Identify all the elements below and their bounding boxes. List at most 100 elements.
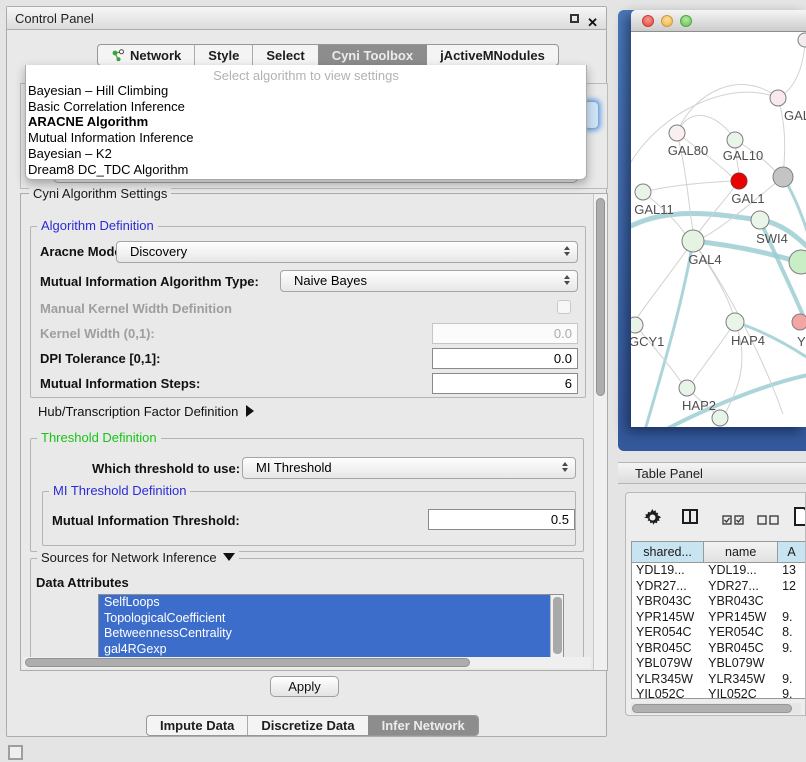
dropdown-item[interactable]: Basic Correlation Inference bbox=[26, 99, 586, 115]
close-traffic-light-icon[interactable] bbox=[642, 15, 654, 27]
table-cell: YDR27... bbox=[704, 579, 778, 595]
network-node[interactable] bbox=[682, 230, 704, 252]
aracne-mode-combo[interactable]: Discovery bbox=[116, 241, 578, 263]
docked-panel-icon[interactable] bbox=[8, 745, 23, 760]
tab-jactivemnodules[interactable]: jActiveMNodules bbox=[426, 45, 558, 65]
node-label: GAL1 bbox=[731, 191, 764, 206]
mi-threshold-field[interactable]: 0.5 bbox=[428, 509, 575, 530]
which-threshold-combo[interactable]: MI Threshold bbox=[242, 457, 576, 479]
attr-list-scrollbar[interactable] bbox=[550, 595, 563, 657]
dpi-tolerance-field[interactable]: 0.0 bbox=[432, 348, 578, 369]
network-window-titlebar[interactable] bbox=[631, 10, 806, 32]
new-file-icon[interactable] bbox=[794, 507, 806, 531]
network-node[interactable] bbox=[631, 317, 643, 333]
network-window[interactable]: GAL7GAL80GAL10GAL1GAL11SWI4GAL4GCY1HAP4Y… bbox=[631, 10, 806, 427]
network-node[interactable] bbox=[731, 173, 747, 189]
algorithm-definition-title: Algorithm Definition bbox=[37, 218, 158, 233]
scrollbar-thumb[interactable] bbox=[25, 658, 470, 667]
network-node[interactable] bbox=[798, 33, 806, 47]
node-table[interactable]: shared...nameA YDL19...YDL19...13YDR27..… bbox=[631, 541, 806, 699]
dropdown-item[interactable]: Bayesian – Hill Climbing bbox=[26, 83, 586, 99]
table-cell: 8. bbox=[778, 625, 806, 641]
hide-columns-icon[interactable] bbox=[757, 512, 779, 530]
column-header[interactable]: shared... bbox=[632, 542, 704, 562]
data-attribute-item[interactable]: gal4RGexp bbox=[99, 642, 563, 658]
table-row[interactable]: YLR345WYLR345W9. bbox=[632, 672, 806, 688]
mi-steps-field[interactable]: 6 bbox=[432, 373, 578, 394]
table-cell: 13 bbox=[778, 563, 806, 579]
network-node[interactable] bbox=[751, 211, 769, 229]
algorithm-dropdown: Select algorithm to view settings Bayesi… bbox=[25, 65, 587, 180]
data-attributes-list[interactable]: SelfLoopsTopologicalCoefficientBetweenne… bbox=[98, 594, 564, 658]
split-columns-icon[interactable] bbox=[682, 509, 698, 529]
mi-type-combo[interactable]: Naive Bayes bbox=[280, 270, 578, 292]
table-row[interactable]: YBR043CYBR043C bbox=[632, 594, 806, 610]
table-cell bbox=[778, 656, 806, 672]
apply-button[interactable]: Apply bbox=[270, 676, 339, 697]
show-columns-icon[interactable] bbox=[722, 512, 744, 530]
column-header[interactable]: A bbox=[778, 542, 806, 562]
data-attribute-item[interactable]: BetweennessCentrality bbox=[99, 626, 563, 642]
network-node[interactable] bbox=[726, 313, 744, 331]
float-window-icon[interactable] bbox=[570, 14, 579, 23]
close-icon[interactable]: ✕ bbox=[587, 11, 598, 34]
table-cell: YDR27... bbox=[632, 579, 704, 595]
hub-definition-toggle[interactable]: Hub/Transcription Factor Definition bbox=[38, 404, 254, 419]
node-label: HAP4 bbox=[731, 333, 765, 348]
network-canvas[interactable]: GAL7GAL80GAL10GAL1GAL11SWI4GAL4GCY1HAP4Y… bbox=[631, 32, 806, 427]
kernel-width-field[interactable]: 0.0 bbox=[432, 323, 578, 344]
data-attribute-item[interactable]: SelfLoops bbox=[99, 595, 563, 611]
table-cell: YLR345W bbox=[704, 672, 778, 688]
table-horizontal-scrollbar[interactable] bbox=[631, 703, 801, 714]
table-row[interactable]: YDR27...YDR27...12 bbox=[632, 579, 806, 595]
network-node[interactable] bbox=[789, 250, 806, 274]
table-row[interactable]: YBL079WYBL079W bbox=[632, 656, 806, 672]
table-row[interactable]: YIL052CYIL052C9. bbox=[632, 687, 806, 699]
zoom-traffic-light-icon[interactable] bbox=[680, 15, 692, 27]
tab-discretize-data[interactable]: Discretize Data bbox=[247, 716, 367, 735]
minimize-traffic-light-icon[interactable] bbox=[661, 15, 673, 27]
tab-cyni-toolbox[interactable]: Cyni Toolbox bbox=[318, 45, 426, 65]
network-node[interactable] bbox=[669, 125, 685, 141]
table-body: YDL19...YDL19...13YDR27...YDR27...12YBR0… bbox=[632, 563, 806, 699]
table-cell: YER054C bbox=[632, 625, 704, 641]
table-cell: YDL19... bbox=[632, 563, 704, 579]
settings-vertical-scrollbar[interactable] bbox=[593, 194, 607, 670]
sources-group-title[interactable]: Sources for Network Inference bbox=[37, 550, 239, 565]
control-panel: Control Panel ✕ Network Style Select Cyn… bbox=[6, 6, 607, 737]
network-node[interactable] bbox=[773, 167, 793, 187]
data-attribute-item[interactable]: TopologicalCoefficient bbox=[99, 611, 563, 627]
network-node[interactable] bbox=[792, 314, 806, 330]
dropdown-item[interactable]: Mutual Information Inference bbox=[26, 130, 586, 146]
manual-kernel-checkbox[interactable] bbox=[557, 300, 571, 314]
settings-horizontal-scrollbar[interactable] bbox=[23, 657, 591, 668]
table-row[interactable]: YER054CYER054C8. bbox=[632, 625, 806, 641]
table-cell: 9. bbox=[778, 641, 806, 657]
tab-infer-network[interactable]: Infer Network bbox=[368, 716, 478, 735]
dropdown-item[interactable]: Dream8 DC_TDC Algorithm bbox=[26, 162, 586, 178]
scrollbar-thumb[interactable] bbox=[596, 198, 605, 396]
expanded-arrow-icon bbox=[223, 553, 235, 561]
tab-impute-data[interactable]: Impute Data bbox=[147, 716, 247, 735]
network-node[interactable] bbox=[679, 380, 695, 396]
mi-threshold-group-title: MI Threshold Definition bbox=[49, 483, 190, 498]
network-node[interactable] bbox=[727, 132, 743, 148]
dropdown-item[interactable]: Bayesian – K2 bbox=[26, 146, 586, 162]
tab-style[interactable]: Style bbox=[194, 45, 252, 65]
column-header[interactable]: name bbox=[704, 542, 778, 562]
network-node[interactable] bbox=[635, 184, 651, 200]
gear-icon[interactable] bbox=[644, 509, 661, 531]
tab-network[interactable]: Network bbox=[98, 45, 194, 65]
table-cell: YPR145W bbox=[704, 610, 778, 626]
table-cell: YBL079W bbox=[704, 656, 778, 672]
dropdown-item[interactable]: ARACNE Algorithm bbox=[26, 114, 586, 130]
node-label: GAL4 bbox=[688, 252, 721, 267]
table-row[interactable]: YBR045CYBR045C9. bbox=[632, 641, 806, 657]
network-node[interactable] bbox=[770, 90, 786, 106]
tab-select[interactable]: Select bbox=[252, 45, 317, 65]
dropdown-prompt: Select algorithm to view settings bbox=[26, 65, 586, 83]
table-row[interactable]: YDL19...YDL19...13 bbox=[632, 563, 806, 579]
scrollbar-thumb[interactable] bbox=[632, 704, 792, 713]
table-cell: YIL052C bbox=[632, 687, 704, 699]
table-row[interactable]: YPR145WYPR145W9. bbox=[632, 610, 806, 626]
